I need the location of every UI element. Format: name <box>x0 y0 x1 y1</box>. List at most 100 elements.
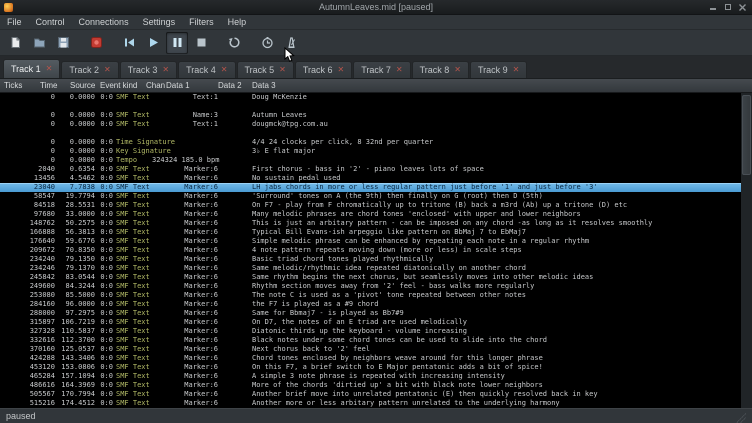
table-row[interactable]: 288000 97.2975 0:0 SMF Text Marker:6 Sam… <box>0 309 752 318</box>
cell-time: 125.0537 <box>58 345 98 354</box>
resize-grip-icon[interactable] <box>736 413 746 423</box>
table-row[interactable]: 0 0.0000 0:0 SMF Text Text:1 dougmck@tpg… <box>0 120 752 129</box>
menu-item-help[interactable]: Help <box>221 15 254 29</box>
skip-backward-button[interactable] <box>118 32 140 54</box>
tab-track-9[interactable]: Track 9✕ <box>470 61 527 78</box>
tab-close-icon[interactable]: ✕ <box>396 66 403 74</box>
tab-track-5[interactable]: Track 5✕ <box>237 61 294 78</box>
close-icon <box>738 3 747 12</box>
table-row[interactable]: 249600 84.3244 0:0 SMF Text Marker:6 Rhy… <box>0 282 752 291</box>
table-row[interactable]: 424288 143.3406 0:0 SMF Text Marker:6 Ch… <box>0 354 752 363</box>
table-row[interactable]: 0 0.0000 0:0 Key Signature 3♭ E flat maj… <box>0 147 752 156</box>
tab-track-6[interactable]: Track 6✕ <box>295 61 352 78</box>
column-header-data-3[interactable]: Data 3 <box>248 81 752 90</box>
column-header-data-1[interactable]: Data 1 <box>162 81 214 90</box>
table-row[interactable]: 453120 153.0806 0:0 SMF Text Marker:6 On… <box>0 363 752 372</box>
cell-data2 <box>218 345 250 354</box>
save-button[interactable] <box>52 32 74 54</box>
table-row[interactable]: 13456 4.5462 0:0 SMF Text Marker:6 No su… <box>0 174 752 183</box>
table-row[interactable]: 486616 164.3969 0:0 SMF Text Marker:6 Mo… <box>0 381 752 390</box>
table-row[interactable]: 245842 83.0544 0:0 SMF Text Marker:6 Sam… <box>0 273 752 282</box>
tab-track-4[interactable]: Track 4✕ <box>178 61 235 78</box>
table-row[interactable]: 2040 0.6354 0:0 SMF Text Marker:6 First … <box>0 165 752 174</box>
tab-close-icon[interactable]: ✕ <box>513 66 520 74</box>
tab-track-3[interactable]: Track 3✕ <box>120 61 177 78</box>
column-header-ticks[interactable]: Ticks <box>0 81 36 90</box>
column-header-chan[interactable]: Chan <box>142 81 162 90</box>
timer-button[interactable] <box>256 32 278 54</box>
cell-data2 <box>218 129 250 138</box>
table-row[interactable]: 465284 157.1094 0:0 SMF Text Marker:6 A … <box>0 372 752 381</box>
tab-close-icon[interactable]: ✕ <box>46 65 53 73</box>
menu-item-file[interactable]: File <box>0 15 29 29</box>
pause-button[interactable] <box>166 32 188 54</box>
close-button[interactable] <box>737 2 748 13</box>
table-row[interactable]: 0 0.0000 0:0 SMF Text Name:3 Autumn Leav… <box>0 111 752 120</box>
tab-close-icon[interactable]: ✕ <box>338 66 345 74</box>
open-button[interactable] <box>28 32 50 54</box>
column-header-event-kind[interactable]: Event kind <box>96 81 142 90</box>
table-row[interactable]: 84518 28.5531 0:0 SMF Text Marker:6 On F… <box>0 201 752 210</box>
menu-item-settings[interactable]: Settings <box>136 15 183 29</box>
cell-data3: Another more or less arbitary pattern un… <box>250 399 752 408</box>
table-row[interactable]: 148762 50.2575 0:0 SMF Text Marker:6 Thi… <box>0 219 752 228</box>
table-row[interactable]: 327328 110.5837 0:0 SMF Text Marker:6 Di… <box>0 327 752 336</box>
minimize-icon <box>710 8 716 10</box>
table-row[interactable]: 0 0.0000 0:0 SMF Text Text:1 Doug McKenz… <box>0 93 752 102</box>
cell-data2 <box>218 291 250 300</box>
vertical-scrollbar[interactable] <box>741 93 752 408</box>
cell-data2 <box>218 138 250 147</box>
table-row[interactable]: 284160 96.0000 0:0 SMF Text Marker:6 the… <box>0 300 752 309</box>
stop-button[interactable] <box>190 32 212 54</box>
cell-data2 <box>218 381 250 390</box>
table-row[interactable]: 166888 56.3813 0:0 SMF Text Marker:6 Typ… <box>0 228 752 237</box>
cell-source: 0:0 <box>98 273 116 282</box>
cell-data1: Text:1 <box>152 120 218 129</box>
metronome-button[interactable] <box>280 32 302 54</box>
minimize-button[interactable] <box>707 2 718 13</box>
column-header-time[interactable]: Time <box>36 81 66 90</box>
table-row[interactable]: 234240 79.1350 0:0 SMF Text Marker:6 Bas… <box>0 255 752 264</box>
table-row[interactable]: 370160 125.0537 0:0 SMF Text Marker:6 Ne… <box>0 345 752 354</box>
table-row[interactable]: 515216 174.4512 0:0 SMF Text Marker:6 An… <box>0 399 752 408</box>
table-row[interactable]: 234246 79.1370 0:0 SMF Text Marker:6 Sam… <box>0 264 752 273</box>
tab-track-8[interactable]: Track 8✕ <box>412 61 469 78</box>
table-row[interactable]: 209672 70.8350 0:0 SMF Text Marker:6 4 n… <box>0 246 752 255</box>
play-button[interactable] <box>142 32 164 54</box>
table-row[interactable] <box>0 102 752 111</box>
table-row[interactable]: 315897 106.7219 0:0 SMF Text Marker:6 On… <box>0 318 752 327</box>
table-row[interactable]: 332616 112.3700 0:0 SMF Text Marker:6 Bl… <box>0 336 752 345</box>
menu-item-control[interactable]: Control <box>29 15 72 29</box>
table-row[interactable]: 176640 59.6776 0:0 SMF Text Marker:6 Sim… <box>0 237 752 246</box>
column-header-source[interactable]: Source <box>66 81 96 90</box>
table-row[interactable]: 253080 85.5000 0:0 SMF Text Marker:6 The… <box>0 291 752 300</box>
menu-item-filters[interactable]: Filters <box>182 15 221 29</box>
cell-time: 50.2575 <box>58 219 98 228</box>
save-icon <box>57 36 70 49</box>
table-row[interactable]: 0 0.0000 0:0 Time Signature 4/4 24 clock… <box>0 138 752 147</box>
loop-button[interactable] <box>223 32 245 54</box>
cell-data1: Marker:6 <box>152 219 218 228</box>
table-row[interactable]: 97680 33.0000 0:0 SMF Text Marker:6 Many… <box>0 210 752 219</box>
column-header-data-2[interactable]: Data 2 <box>214 81 248 90</box>
table-row[interactable]: 23040 7.7838 0:0 SMF Text Marker:6 LH ja… <box>0 183 752 192</box>
tab-close-icon[interactable]: ✕ <box>279 66 286 74</box>
tab-track-2[interactable]: Track 2✕ <box>61 61 118 78</box>
tab-track-7[interactable]: Track 7✕ <box>353 61 410 78</box>
maximize-button[interactable] <box>722 2 733 13</box>
record-button[interactable] <box>85 32 107 54</box>
tab-close-icon[interactable]: ✕ <box>162 66 169 74</box>
table-row[interactable]: 58547 19.7794 0:0 SMF Text Marker:6 'Sur… <box>0 192 752 201</box>
table-row[interactable] <box>0 129 752 138</box>
title-bar[interactable]: AutumnLeaves.mid [paused] <box>0 0 752 15</box>
tab-track-1[interactable]: Track 1✕ <box>3 59 60 78</box>
tab-close-icon[interactable]: ✕ <box>104 66 111 74</box>
menu-item-connections[interactable]: Connections <box>72 15 136 29</box>
new-button[interactable] <box>4 32 26 54</box>
table-row[interactable]: 0 0.0000 0:0 Tempo 324324 185.0 bpm <box>0 156 752 165</box>
scrollbar-handle[interactable] <box>742 95 751 175</box>
tab-close-icon[interactable]: ✕ <box>221 66 228 74</box>
tab-close-icon[interactable]: ✕ <box>454 66 461 74</box>
cell-data1: 324324 185.0 bpm <box>152 156 218 165</box>
table-row[interactable]: 505567 170.7994 0:0 SMF Text Marker:6 An… <box>0 390 752 399</box>
